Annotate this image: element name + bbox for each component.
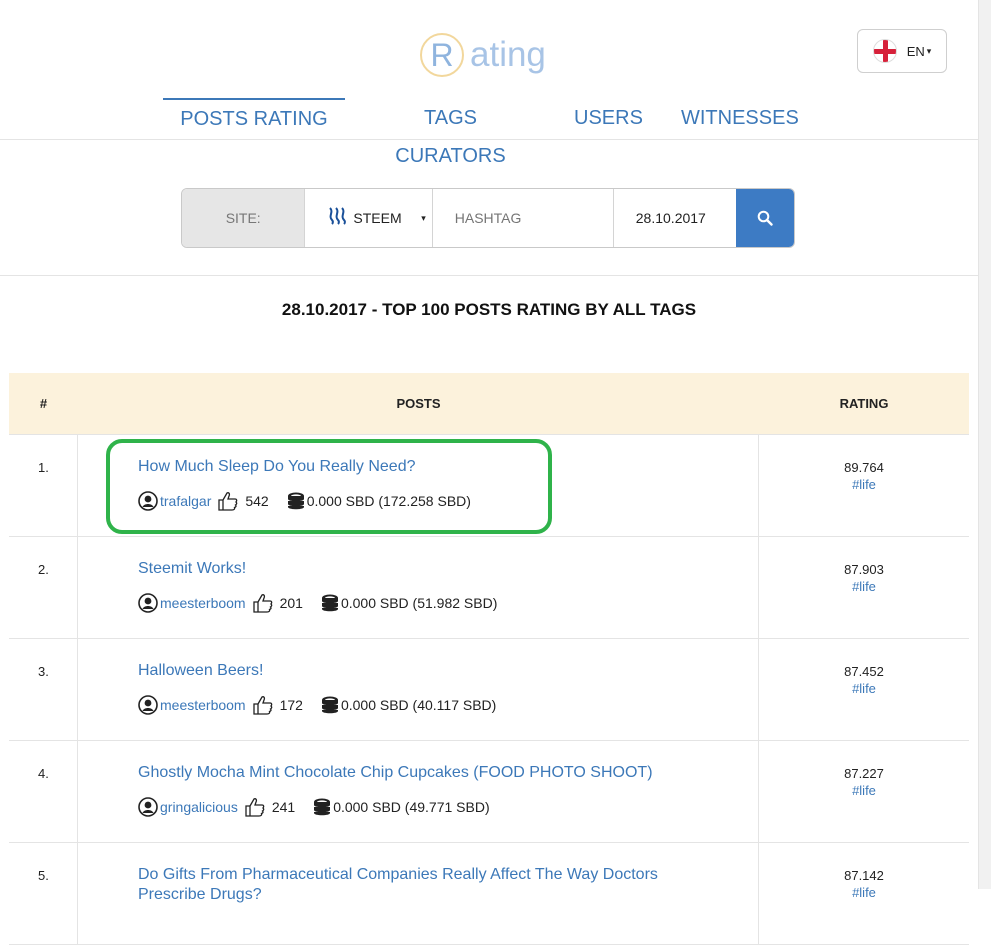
post-meta: meesterboom 201 0.000 SBD (51.982 SBD) xyxy=(138,593,758,613)
table-row: 2. Steemit Works! meesterboom 201 0.000 … xyxy=(9,537,969,639)
vote-count: 172 xyxy=(279,697,303,713)
vertical-scrollbar[interactable] xyxy=(978,0,991,889)
header-rating: RATING xyxy=(839,396,889,411)
section-divider xyxy=(0,275,978,276)
logo-letter: R xyxy=(420,33,464,77)
user-avatar-icon xyxy=(138,491,158,511)
thumbs-up-icon xyxy=(252,696,272,715)
vote-count: 542 xyxy=(245,493,269,509)
row-number: 5. xyxy=(9,843,78,944)
tag-link[interactable]: #life xyxy=(759,476,969,493)
search-bar: SITE: STEEM ▾ xyxy=(181,188,795,248)
tag-link[interactable]: #life xyxy=(759,782,969,799)
hashtag-input[interactable] xyxy=(432,189,614,247)
payout-amount: 0.000 SBD (40.117 SBD) xyxy=(340,697,497,713)
header-num: # xyxy=(39,396,48,411)
post-meta: gringalicious 241 0.000 SBD (49.771 SBD) xyxy=(138,797,758,817)
user-avatar-icon xyxy=(138,593,158,613)
table-row: 4. Ghostly Mocha Mint Chocolate Chip Cup… xyxy=(9,741,969,843)
rating-value: 87.452 xyxy=(844,664,884,679)
rating-cell: 89.764 #life xyxy=(759,435,969,536)
tag-link[interactable]: #life xyxy=(759,578,969,595)
tag-link[interactable]: #life xyxy=(759,680,969,697)
thumbs-up-icon xyxy=(252,594,272,613)
post-author-link[interactable]: trafalgar xyxy=(160,493,211,509)
row-number: 2. xyxy=(9,537,78,638)
rating-cell: 87.142 #life xyxy=(759,843,969,944)
tab-witnesses[interactable]: WITNESSES xyxy=(681,99,799,139)
language-selector[interactable]: EN ▾ xyxy=(857,29,947,73)
table-row: 3. Halloween Beers! meesterboom 172 0.00… xyxy=(9,639,969,741)
thumbs-up-icon xyxy=(245,798,265,817)
rating-cell: 87.452 #life xyxy=(759,639,969,740)
rating-cell: 87.227 #life xyxy=(759,741,969,842)
user-avatar-icon xyxy=(138,695,158,715)
post-cell: Steemit Works! meesterboom 201 0.000 SBD… xyxy=(78,537,759,638)
row-number: 4. xyxy=(9,741,78,842)
coins-icon xyxy=(287,492,304,510)
main-nav: POSTS RATING TAGS CURATORS USERS WITNESS… xyxy=(0,98,978,167)
header-posts: POSTS xyxy=(396,396,441,411)
rating-value: 87.142 xyxy=(844,868,884,883)
rating-value: 87.227 xyxy=(844,766,884,781)
tab-users[interactable]: USERS xyxy=(574,99,643,139)
payout-amount: 0.000 SBD (49.771 SBD) xyxy=(333,799,490,815)
table-header: # POSTS RATING xyxy=(9,373,969,435)
coins-icon xyxy=(321,696,338,714)
coins-icon xyxy=(321,594,338,612)
table-row: 1. How Much Sleep Do You Really Need? tr… xyxy=(9,435,969,537)
rating-value: 89.764 xyxy=(844,460,884,475)
user-avatar-icon xyxy=(138,797,158,817)
coins-icon xyxy=(314,798,331,816)
table-row: 5. Do Gifts From Pharmaceutical Companie… xyxy=(9,843,969,945)
tab-tags-curators[interactable]: TAGS CURATORS xyxy=(369,99,532,167)
post-cell: How Much Sleep Do You Really Need? trafa… xyxy=(78,435,759,536)
post-title-link[interactable]: How Much Sleep Do You Really Need? xyxy=(138,457,758,477)
vote-count: 241 xyxy=(271,799,296,815)
site-select-value: STEEM xyxy=(353,210,402,226)
row-number: 3. xyxy=(9,639,78,740)
tab-posts-rating[interactable]: POSTS RATING xyxy=(163,98,345,140)
post-cell: Halloween Beers! meesterboom 172 0.000 S… xyxy=(78,639,759,740)
caret-down-icon: ▾ xyxy=(421,212,426,223)
post-title-link[interactable]: Halloween Beers! xyxy=(138,661,758,681)
post-meta: meesterboom 172 0.000 SBD (40.117 SBD) xyxy=(138,695,758,715)
post-author-link[interactable]: gringalicious xyxy=(160,799,238,815)
post-meta: trafalgar 542 0.000 SBD (172.258 SBD) xyxy=(138,491,758,511)
england-flag-icon xyxy=(872,39,897,63)
logo-text: ating xyxy=(470,35,546,74)
vote-count: 201 xyxy=(279,595,303,611)
post-author-link[interactable]: meesterboom xyxy=(160,697,246,713)
post-cell: Do Gifts From Pharmaceutical Companies R… xyxy=(78,843,759,944)
date-input[interactable] xyxy=(613,189,736,247)
tag-link[interactable]: #life xyxy=(759,884,969,901)
site-select[interactable]: STEEM ▾ xyxy=(305,189,433,247)
site-logo[interactable]: R ating xyxy=(420,28,546,82)
search-icon xyxy=(757,210,773,226)
payout-amount: 0.000 SBD (172.258 SBD) xyxy=(306,493,471,509)
search-button[interactable] xyxy=(735,189,794,247)
post-cell: Ghostly Mocha Mint Chocolate Chip Cupcak… xyxy=(78,741,759,842)
thumbs-up-icon xyxy=(218,492,238,511)
caret-down-icon: ▾ xyxy=(926,45,932,56)
post-title-link[interactable]: Do Gifts From Pharmaceutical Companies R… xyxy=(138,865,668,905)
language-label: EN xyxy=(906,43,925,59)
steem-logo-icon xyxy=(327,206,347,230)
payout-amount: 0.000 SBD (51.982 SBD) xyxy=(340,595,498,611)
rating-cell: 87.903 #life xyxy=(759,537,969,638)
site-label: SITE: xyxy=(182,189,306,247)
post-title-link[interactable]: Steemit Works! xyxy=(138,559,758,579)
posts-table: # POSTS RATING 1. How Much Sleep Do You … xyxy=(9,373,969,945)
rating-value: 87.903 xyxy=(844,562,884,577)
post-title-link[interactable]: Ghostly Mocha Mint Chocolate Chip Cupcak… xyxy=(138,763,758,783)
post-author-link[interactable]: meesterboom xyxy=(160,595,246,611)
row-number: 1. xyxy=(9,435,78,536)
page: R ating EN ▾ POSTS RATING TAGS CURATORS … xyxy=(0,0,978,945)
page-title: 28.10.2017 - TOP 100 POSTS RATING BY ALL… xyxy=(281,300,697,319)
